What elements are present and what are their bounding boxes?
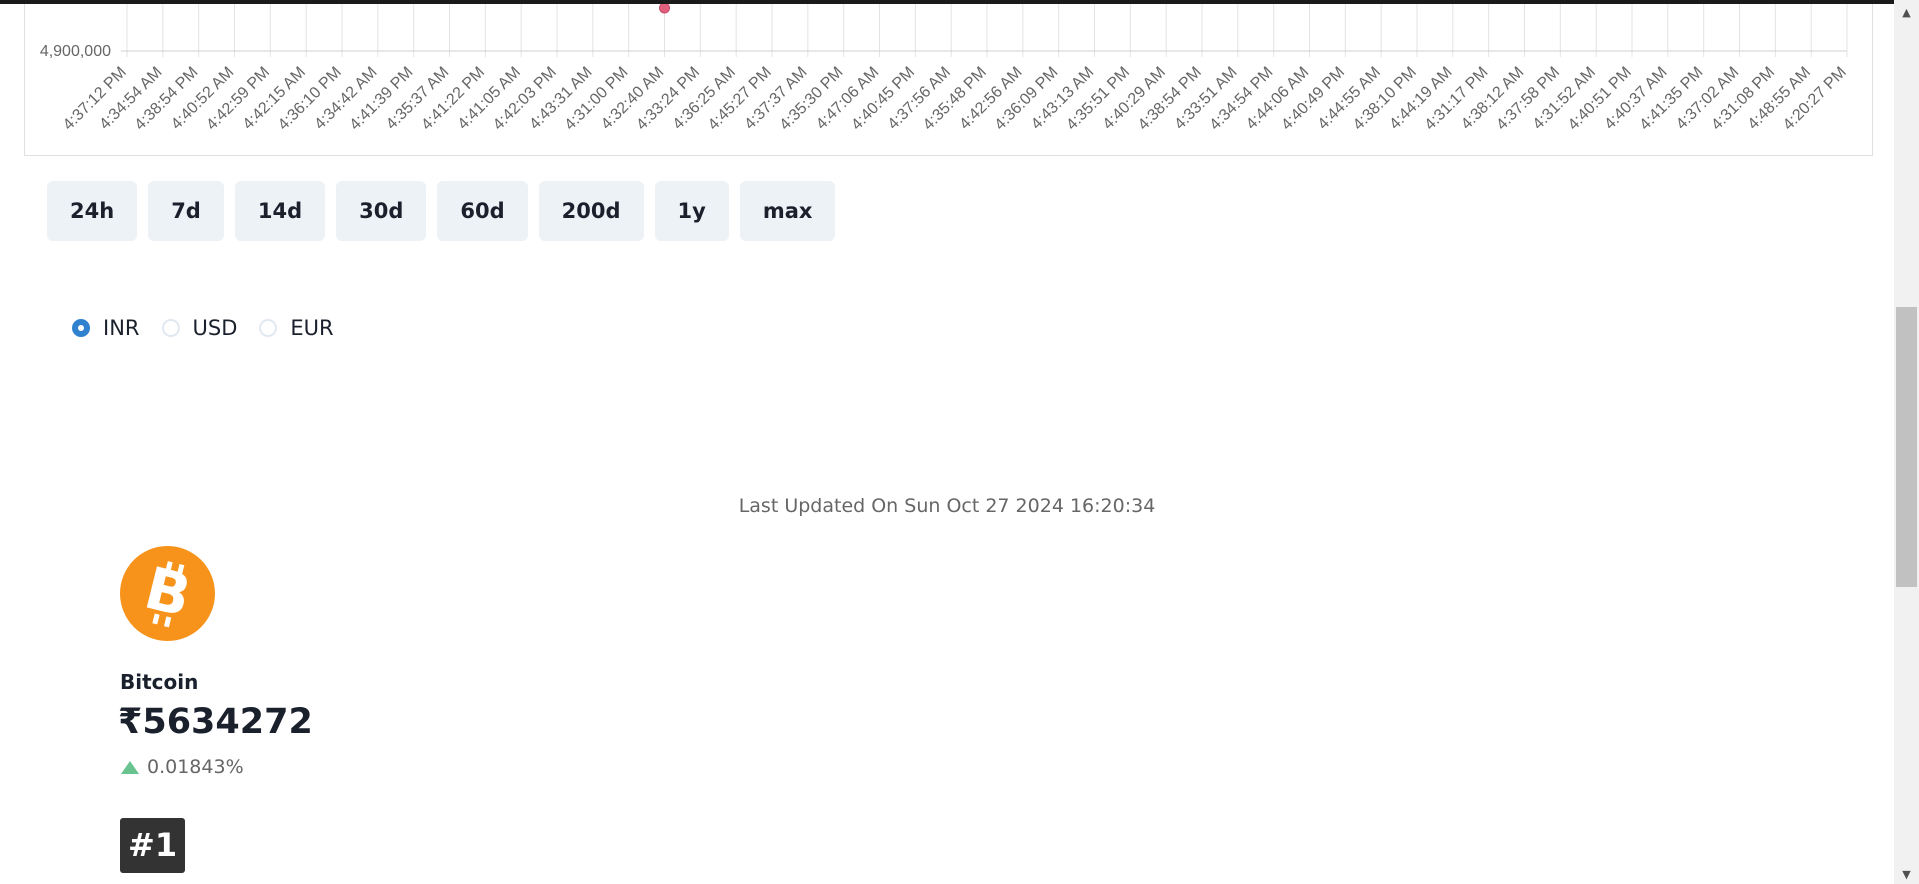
radio-label: EUR [290,316,334,340]
radio-button[interactable] [72,319,90,337]
range-button-1y[interactable]: 1y [654,181,729,241]
change-percent: 0.01843% [147,756,244,778]
range-button-14d[interactable]: 14d [234,181,326,241]
time-range-buttons: 24h 7d 14d 30d 60d 200d 1y max [47,181,836,241]
scrollbar-thumb[interactable] [1896,307,1917,587]
vertical-scrollbar[interactable]: ▲ ▼ [1894,0,1919,884]
data-point [659,4,670,14]
currency-option-inr[interactable]: INR [72,316,140,340]
range-button-24h[interactable]: 24h [47,181,138,241]
range-button-200d[interactable]: 200d [538,181,644,241]
y-tick-label: 4,900,000 [40,43,111,60]
bitcoin-icon: B [120,546,215,641]
price-chart: 4,900,000 4:37:12 PM 4:34:54 AM 4:38:54 PM 4… [24,4,1873,156]
radio-label: USD [192,316,238,340]
currency-option-usd[interactable]: USD [161,316,238,340]
rank-badge: #1 [120,818,186,873]
currency-option-eur[interactable]: EUR [259,316,334,340]
range-button-max[interactable]: max [739,181,836,241]
radio-label: INR [103,316,140,340]
scroll-up-icon[interactable]: ▲ [1894,4,1919,22]
triangle-up-icon [121,760,139,774]
coin-price: ₹5634272 [118,702,313,742]
radio-button[interactable] [161,319,180,337]
currency-radio-group: INR USD EUR [72,316,356,340]
coin-name: Bitcoin [120,670,199,694]
price-change: 0.01843% [121,756,244,778]
last-updated-text: Last Updated On Sun Oct 27 2024 16:20:34 [738,495,1156,517]
price-chart-svg: 4,900,0004:37:12 PM4:34:54 AM4:38:54 PM4… [40,4,1850,134]
range-button-7d[interactable]: 7d [148,181,224,241]
scroll-down-icon[interactable]: ▼ [1894,866,1919,884]
range-button-60d[interactable]: 60d [437,181,528,241]
range-button-30d[interactable]: 30d [336,181,427,241]
radio-button[interactable] [259,319,278,337]
